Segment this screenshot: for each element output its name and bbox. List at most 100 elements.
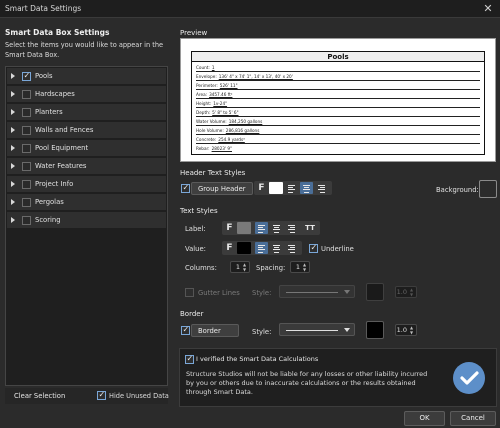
- expand-arrow-icon[interactable]: [11, 73, 15, 79]
- border-button[interactable]: Border: [191, 324, 239, 337]
- align-right-icon[interactable]: [285, 222, 298, 234]
- font-button[interactable]: F: [223, 242, 236, 254]
- ok-button[interactable]: OK: [404, 411, 445, 426]
- group-header-button[interactable]: Group Header: [191, 182, 253, 195]
- gutter-lines-checkbox[interactable]: [185, 288, 194, 297]
- verification-notice: I verified the Smart Data Calculations S…: [179, 348, 497, 407]
- columns-label: Columns:: [185, 264, 217, 272]
- preview-line: Rebar: 28023' 9": [196, 146, 232, 151]
- list-item-hardscapes[interactable]: Hardscapes: [7, 86, 166, 103]
- chevron-down-icon: [344, 290, 350, 294]
- expand-arrow-icon[interactable]: [11, 145, 15, 151]
- label-format-toolbar: F TT: [222, 221, 320, 235]
- align-center-icon[interactable]: [300, 182, 313, 194]
- list-item-label: Project Info: [35, 180, 74, 188]
- group-header-checkbox[interactable]: [181, 183, 190, 193]
- gutter-style-dropdown[interactable]: [279, 285, 355, 298]
- expand-arrow-icon[interactable]: [11, 109, 15, 115]
- preview-title: Pools: [192, 52, 484, 62]
- border-color-swatch[interactable]: [366, 321, 384, 339]
- clear-selection-button[interactable]: Clear Selection: [14, 392, 65, 400]
- font-button[interactable]: F: [255, 182, 268, 194]
- border-style-label: Style:: [252, 328, 272, 336]
- chevron-down-icon: [344, 328, 350, 332]
- preview-line: Depth: 5' 8" to 5' 6": [196, 108, 480, 117]
- hide-unused-data-label: Hide Unused Data: [109, 392, 169, 400]
- planters-checkbox[interactable]: [22, 108, 31, 117]
- spacing-label: Spacing:: [256, 264, 286, 272]
- hide-unused-data-checkbox[interactable]: [97, 390, 106, 400]
- smart-data-box-settings-heading: Smart Data Box Settings: [5, 28, 110, 37]
- background-color-swatch[interactable]: [479, 180, 497, 198]
- preview-heading: Preview: [180, 29, 208, 37]
- preview-line: Hole Volume: 286,816 gallons: [196, 126, 480, 135]
- border-checkbox[interactable]: [181, 325, 190, 335]
- list-item-label: Planters: [35, 108, 63, 116]
- gutter-style-label: Style:: [252, 289, 272, 297]
- pools-checkbox[interactable]: [22, 71, 31, 81]
- expand-arrow-icon[interactable]: [11, 217, 15, 223]
- expand-arrow-icon[interactable]: [11, 127, 15, 133]
- cancel-button[interactable]: Cancel: [450, 411, 496, 426]
- align-left-icon[interactable]: [285, 182, 298, 194]
- value-format-toolbar: F: [222, 241, 302, 255]
- header-format-toolbar: F: [254, 181, 332, 195]
- align-right-icon[interactable]: [315, 182, 328, 194]
- expand-arrow-icon[interactable]: [11, 199, 15, 205]
- project-info-checkbox[interactable]: [22, 180, 31, 189]
- preview-line: Count: 1: [196, 63, 480, 72]
- window-title: Smart Data Settings: [5, 4, 82, 13]
- title-bar: Smart Data Settings ✕: [0, 0, 500, 18]
- text-styles-heading: Text Styles: [180, 207, 218, 215]
- list-item-label: Pergolas: [35, 198, 64, 206]
- list-item-pergolas[interactable]: Pergolas: [7, 194, 166, 211]
- list-item-pool-equipment[interactable]: Pool Equipment: [7, 140, 166, 157]
- list-item-planters[interactable]: Planters: [7, 104, 166, 121]
- header-text-styles-heading: Header Text Styles: [180, 169, 246, 177]
- liability-disclaimer: Structure Studios will not be liable for…: [186, 370, 428, 396]
- list-item-scoring[interactable]: Scoring: [7, 212, 166, 229]
- data-category-list[interactable]: Pools Hardscapes Planters Walls and Fenc…: [5, 66, 168, 386]
- list-item-water-features[interactable]: Water Features: [7, 158, 166, 175]
- underline-checkbox[interactable]: [309, 243, 318, 253]
- columns-spinner[interactable]: 1 ▲ ▼: [230, 261, 250, 273]
- expand-arrow-icon[interactable]: [11, 181, 15, 187]
- scoring-checkbox[interactable]: [22, 216, 31, 225]
- pergolas-checkbox[interactable]: [22, 198, 31, 207]
- border-style-dropdown[interactable]: [279, 323, 355, 336]
- list-item-pools[interactable]: Pools: [7, 68, 166, 85]
- settings-description: Select the items you would like to appea…: [5, 41, 164, 59]
- align-left-icon[interactable]: [255, 242, 268, 254]
- walls-and-fences-checkbox[interactable]: [22, 126, 31, 135]
- underline-label: Underline: [321, 245, 354, 253]
- align-left-icon[interactable]: [255, 222, 268, 234]
- border-width-spinner[interactable]: 1.0 ▲ ▼: [395, 324, 417, 336]
- verified-calculations-checkbox[interactable]: [185, 354, 194, 364]
- expand-arrow-icon[interactable]: [11, 163, 15, 169]
- water-features-checkbox[interactable]: [22, 162, 31, 171]
- value-style-label: Value:: [185, 245, 206, 253]
- align-center-icon[interactable]: [270, 222, 283, 234]
- align-center-icon[interactable]: [270, 242, 283, 254]
- preview-line: Concrete: 254.9 yards³: [196, 135, 480, 144]
- gutter-color-swatch[interactable]: [366, 283, 384, 301]
- all-caps-button[interactable]: TT: [302, 222, 318, 234]
- label-color-swatch[interactable]: [237, 222, 251, 234]
- close-icon[interactable]: ✕: [480, 1, 496, 16]
- pool-equipment-checkbox[interactable]: [22, 144, 31, 153]
- smart-data-box-preview: Pools Count: 1 Envelope: 136' 4" x 74' 1",…: [191, 51, 485, 155]
- font-button[interactable]: F: [223, 222, 236, 234]
- list-item-walls-and-fences[interactable]: Walls and Fences: [7, 122, 166, 139]
- expand-arrow-icon[interactable]: [11, 91, 15, 97]
- value-color-swatch[interactable]: [237, 242, 251, 254]
- header-color-swatch[interactable]: [269, 182, 283, 194]
- preview-line: Water Volume: 184,250 gallons: [196, 117, 480, 126]
- gutter-width-spinner[interactable]: 1.0 ▲ ▼: [395, 286, 417, 298]
- list-item-label: Walls and Fences: [35, 126, 94, 134]
- preview-panel: Pools Count: 1 Envelope: 136' 4" x 74' 1",…: [180, 38, 496, 162]
- spacing-spinner[interactable]: 1 ▲ ▼: [290, 261, 310, 273]
- preview-line: Height: 1v-24": [196, 99, 480, 108]
- align-right-icon[interactable]: [285, 242, 298, 254]
- hardscapes-checkbox[interactable]: [22, 90, 31, 99]
- list-item-project-info[interactable]: Project Info: [7, 176, 166, 193]
